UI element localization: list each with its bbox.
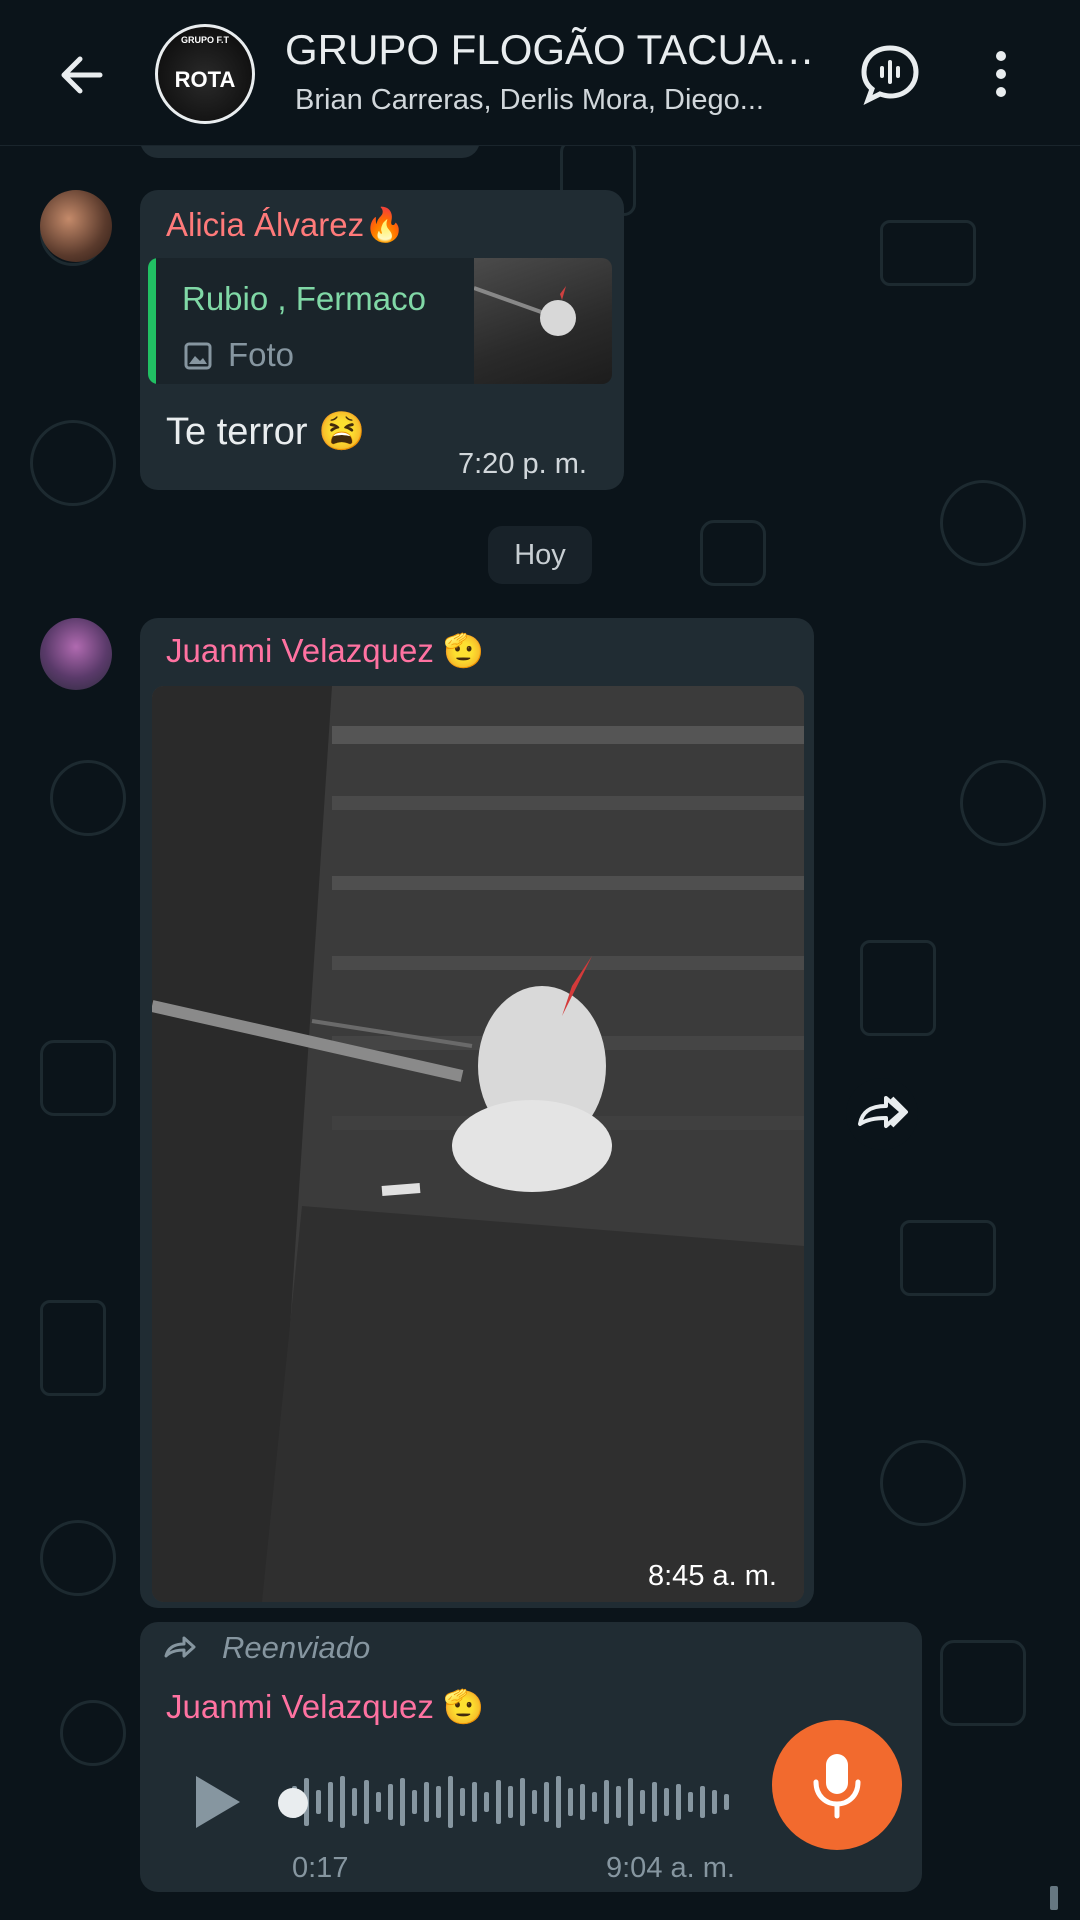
- voice-chat-icon: [861, 45, 919, 106]
- avatar[interactable]: [40, 190, 112, 262]
- forwarded-label: Reenviado: [222, 1630, 371, 1665]
- photo-content: [152, 686, 804, 1602]
- date-divider: Hoy: [488, 526, 592, 584]
- forward-icon: [858, 1096, 908, 1128]
- microphone-icon: [813, 1754, 861, 1819]
- more-options-button[interactable]: [986, 44, 1016, 104]
- more-vertical-icon: [996, 51, 1006, 97]
- quote-thumbnail: [473, 258, 612, 384]
- message-time: 8:45 a. m.: [648, 1560, 777, 1592]
- group-avatar[interactable]: GRUPO F.T ROTA: [155, 24, 255, 124]
- avatar[interactable]: [40, 618, 112, 690]
- audio-seek-handle[interactable]: [278, 1788, 308, 1818]
- voice-record-button[interactable]: [772, 1720, 902, 1850]
- avatar-top-text: GRUPO F.T: [180, 35, 229, 45]
- sender-name[interactable]: Juanmi Velazquez 🫡: [166, 1688, 484, 1727]
- quote-type: Foto: [228, 336, 295, 373]
- sender-name[interactable]: Juanmi Velazquez 🫡: [166, 632, 484, 671]
- photo-icon: [184, 342, 212, 370]
- sender-name[interactable]: Alicia Álvarez🔥: [166, 206, 405, 245]
- back-button[interactable]: [52, 45, 112, 105]
- quoted-message[interactable]: Rubio , Fermaco Foto: [148, 258, 612, 384]
- voice-chat-button[interactable]: [858, 42, 922, 106]
- forward-button[interactable]: [846, 1078, 918, 1150]
- chat-header: GRUPO F.T ROTA GRUPO FLOGÃO TACUAT... Br…: [0, 0, 1080, 146]
- arrow-left-icon: [61, 56, 103, 94]
- quote-author: Rubio , Fermaco: [182, 280, 426, 317]
- forwarded-icon: [164, 1636, 196, 1658]
- quote-bar: [148, 258, 156, 384]
- audio-duration: 0:17: [292, 1852, 349, 1884]
- play-icon[interactable]: [192, 1772, 244, 1832]
- audio-waveform[interactable]: [290, 1772, 740, 1832]
- message-time: 7:20 p. m.: [458, 448, 587, 480]
- message-time: 9:04 a. m.: [606, 1852, 735, 1884]
- group-members[interactable]: Brian Carreras, Derlis Mora, Diego...: [295, 84, 825, 117]
- group-title[interactable]: GRUPO FLOGÃO TACUAT...: [285, 26, 825, 74]
- message-photo[interactable]: [152, 686, 804, 1602]
- message-text: Te terror 😫: [166, 411, 366, 453]
- scrollbar[interactable]: [1050, 1886, 1058, 1910]
- avatar-text: ROTA: [174, 67, 236, 92]
